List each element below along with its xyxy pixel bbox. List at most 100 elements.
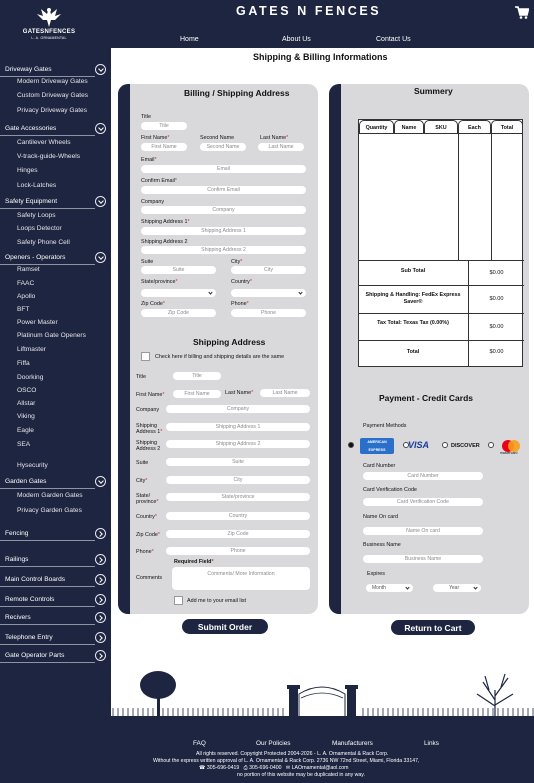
sidebar-item[interactable]: Privacy Driveway Gates: [17, 107, 87, 114]
chevron-right-icon[interactable]: [95, 594, 106, 605]
chevron-right-icon[interactable]: [95, 528, 106, 539]
billing-second-name-input[interactable]: Second Name: [200, 143, 246, 151]
footer-link-links[interactable]: Links: [424, 740, 439, 747]
sidebar-item[interactable]: Gate Operator Parts: [5, 652, 64, 659]
shipping-address1-input[interactable]: Shipping Address 1: [166, 423, 310, 431]
sidebar-item[interactable]: Ramset: [17, 266, 40, 273]
shipping-zip-input[interactable]: Zip Code: [166, 530, 310, 538]
submit-order-button[interactable]: Submit Order: [182, 619, 268, 634]
shipping-country-input[interactable]: Country: [166, 512, 310, 520]
chevron-down-icon[interactable]: [95, 123, 106, 134]
chevron-right-icon[interactable]: [95, 612, 106, 623]
footer-email[interactable]: LAOrnamental@aol.com: [292, 765, 349, 771]
footer-link-policies[interactable]: Our Policies: [256, 740, 290, 747]
shipping-last-name-input[interactable]: Last Name: [260, 389, 310, 397]
chevron-right-icon[interactable]: [95, 632, 106, 643]
billing-suite-input[interactable]: Suite: [141, 266, 216, 274]
sidebar-item[interactable]: OSCO: [17, 387, 36, 394]
sidebar-item[interactable]: Recivers: [5, 614, 31, 621]
site-logo[interactable]: GATESNFENCES L. A. ORNAMENTAL: [14, 5, 84, 45]
sidebar-item[interactable]: Railings: [5, 556, 28, 563]
sidebar-item[interactable]: Modern Garden Gates: [17, 492, 83, 499]
sidebar-item[interactable]: Safety Phone Cell: [17, 239, 70, 246]
sidebar-item[interactable]: Cantilever Wheels: [17, 139, 71, 146]
sidebar-item[interactable]: Eagle: [17, 427, 34, 434]
cart-icon[interactable]: [515, 6, 529, 19]
shipping-company-input[interactable]: Company: [166, 405, 310, 413]
shipping-suite-input[interactable]: Suite: [166, 458, 310, 466]
sidebar-item[interactable]: Hysecurity: [17, 462, 48, 469]
billing-city-input[interactable]: City: [231, 266, 306, 274]
sidebar-item[interactable]: BFT: [17, 306, 29, 313]
shipping-title-input[interactable]: Title: [173, 372, 221, 380]
business-name-input[interactable]: Business Name: [363, 555, 483, 563]
sidebar-item[interactable]: Modern Driveway Gates: [17, 78, 88, 85]
sidebar-item[interactable]: Allstar: [17, 400, 35, 407]
footer-link-manufacturers[interactable]: Manufacturers: [332, 740, 373, 747]
sidebar-item[interactable]: Hinges: [17, 167, 38, 174]
sidebar-item[interactable]: Liftmaster: [17, 346, 46, 353]
mastercard-radio[interactable]: [488, 442, 494, 448]
sidebar-item[interactable]: Remote Controls: [5, 596, 54, 603]
billing-phone-input[interactable]: Phone: [231, 309, 306, 317]
mailing-list-checkbox[interactable]: [174, 596, 183, 605]
chevron-down-icon[interactable]: [95, 476, 106, 487]
discover-radio[interactable]: [442, 442, 448, 448]
shipping-address2-input[interactable]: Shipping Address 2: [166, 440, 310, 448]
sidebar-item[interactable]: Apollo: [17, 293, 35, 300]
sidebar-item[interactable]: Safety Equipment: [5, 198, 57, 205]
comments-textarea[interactable]: Comments/ More Information: [172, 567, 310, 590]
chevron-down-icon[interactable]: [95, 252, 106, 263]
billing-title-input[interactable]: Title: [141, 122, 187, 130]
chevron-right-icon[interactable]: [95, 650, 106, 661]
sidebar-item[interactable]: Safety Loops: [17, 212, 56, 219]
billing-zip-input[interactable]: Zip Code: [141, 309, 216, 317]
sidebar-item[interactable]: Lock-Latches: [17, 182, 56, 189]
nav-about[interactable]: About Us: [282, 36, 311, 43]
billing-address2-input[interactable]: Shipping Address 2: [141, 246, 306, 254]
shipping-first-name-input[interactable]: First Name: [173, 390, 221, 398]
sidebar-item[interactable]: Gate Accessories: [5, 125, 56, 132]
sidebar-item[interactable]: Privacy Garden Gates: [17, 507, 82, 514]
sidebar-item[interactable]: SEA: [17, 441, 30, 448]
sidebar-item[interactable]: FAAC: [17, 280, 34, 287]
sidebar-item[interactable]: Power Master: [17, 319, 58, 326]
sidebar-item[interactable]: Doorking: [17, 374, 43, 381]
return-to-cart-button[interactable]: Return to Cart: [391, 620, 475, 635]
sidebar-item[interactable]: Garden Gates: [5, 478, 46, 485]
chevron-right-icon[interactable]: [95, 574, 106, 585]
billing-last-name-input[interactable]: Last Name: [258, 143, 304, 151]
sidebar-item[interactable]: Driveway Gates: [5, 66, 52, 73]
chevron-right-icon[interactable]: [95, 554, 106, 565]
sidebar-item[interactable]: Loops Detector: [17, 225, 62, 232]
card-name-input[interactable]: Name On card: [363, 527, 483, 535]
billing-email-input[interactable]: Email: [141, 165, 306, 173]
chevron-down-icon[interactable]: [95, 196, 106, 207]
same-address-checkbox[interactable]: [141, 352, 150, 361]
card-number-input[interactable]: Card Number: [363, 472, 483, 480]
sidebar-item[interactable]: Main Control Boards: [5, 576, 65, 583]
sidebar-item[interactable]: Fiffa: [17, 360, 30, 367]
billing-confirm-email-input[interactable]: Confirm Email: [141, 186, 306, 194]
billing-first-name-input[interactable]: First Name: [141, 143, 187, 151]
sidebar-item[interactable]: V-track-guide-Wheels: [17, 153, 80, 160]
amex-radio[interactable]: [348, 442, 354, 448]
billing-company-input[interactable]: Company: [141, 206, 306, 214]
nav-home[interactable]: Home: [180, 36, 199, 43]
billing-country-select[interactable]: [231, 289, 306, 297]
cvc-input[interactable]: Card Verification Code: [363, 498, 483, 506]
sidebar-item[interactable]: Custom Driveway Gates: [17, 92, 88, 99]
nav-contact[interactable]: Contact Us: [376, 36, 411, 43]
sidebar-item[interactable]: Viking: [17, 413, 35, 420]
footer-link-faq[interactable]: FAQ: [193, 740, 206, 747]
sidebar-item[interactable]: Telephone Entry: [5, 634, 53, 641]
sidebar-item[interactable]: Openers - Operators: [5, 254, 65, 261]
expiry-month-select[interactable]: Month: [366, 584, 413, 592]
shipping-phone-input[interactable]: Phone: [166, 547, 310, 555]
billing-state-select[interactable]: [141, 289, 216, 297]
sidebar-item[interactable]: Fencing: [5, 530, 28, 537]
shipping-state-input[interactable]: State/province: [166, 493, 310, 501]
expiry-year-select[interactable]: Year: [433, 584, 481, 592]
sidebar-item[interactable]: Platinum Gate Openers: [17, 332, 86, 339]
billing-address1-input[interactable]: Shipping Address 1: [141, 227, 306, 235]
